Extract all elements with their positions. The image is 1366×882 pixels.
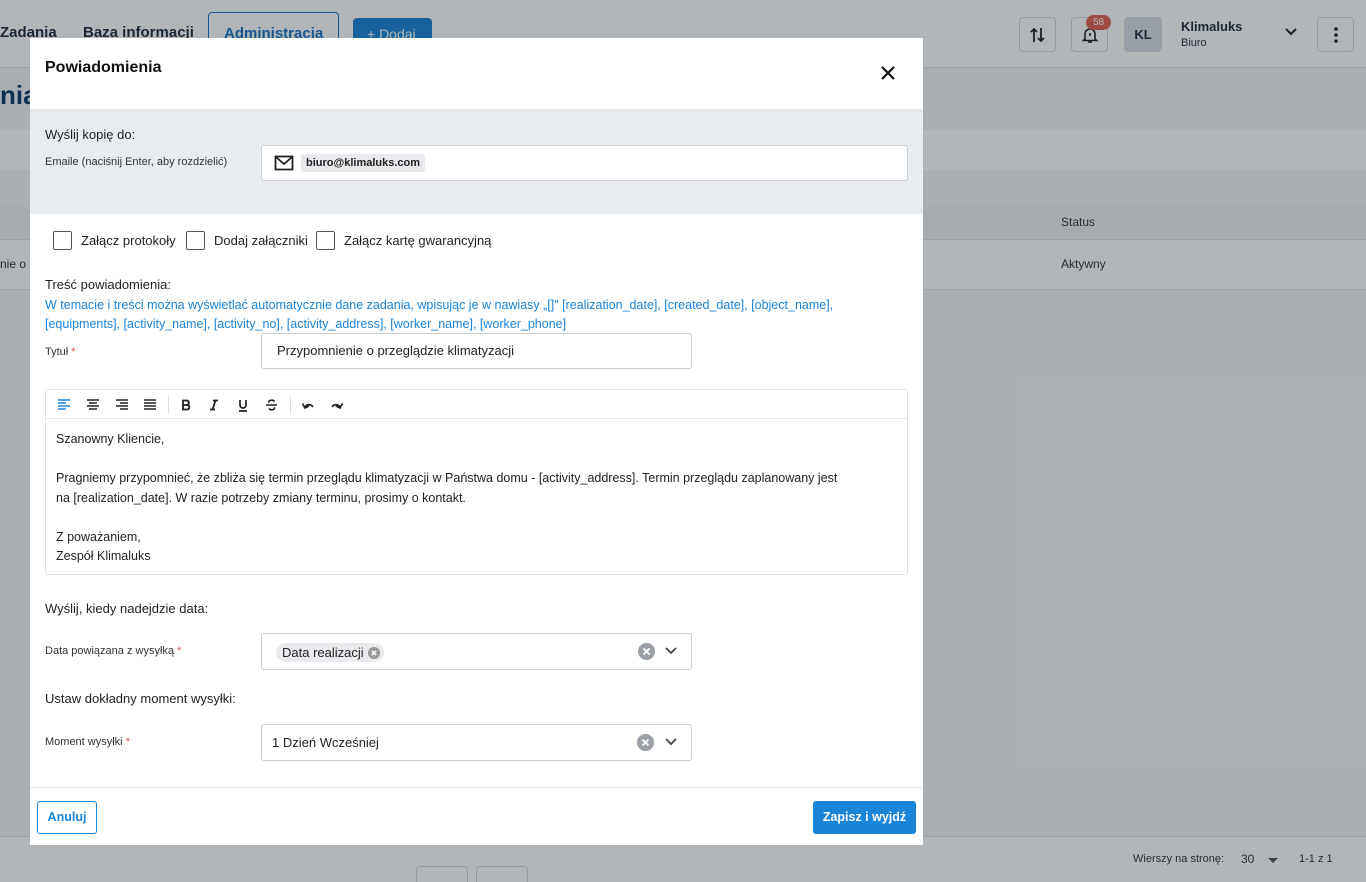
- emails-label: Emaile (naciśnij Enter, aby rozdzielić): [45, 156, 228, 168]
- undo-button[interactable]: [299, 396, 317, 414]
- italic-button[interactable]: [205, 396, 223, 414]
- date-related-select[interactable]: Data realizacji: [261, 633, 692, 670]
- chevron-down-icon[interactable]: [664, 646, 678, 656]
- editor-body-line: na [realization_date]. W razie potrzeby …: [56, 490, 466, 505]
- notifications-modal: Powiadomienia Wyślij kopię do: Emaile (n…: [30, 38, 923, 845]
- title-input[interactable]: Przypomnienie o przeglądzie klimatyzacji: [261, 333, 692, 369]
- attach-protocols-checkbox[interactable]: [53, 231, 72, 250]
- rich-text-editor: Szanowny Kliencie, Pragniemy przypomnieć…: [45, 389, 908, 575]
- moment-select[interactable]: 1 Dzień Wcześniej: [261, 724, 692, 761]
- strikethrough-button[interactable]: [262, 396, 280, 414]
- editor-content[interactable]: Szanowny Kliencie, Pragniemy przypomnieć…: [56, 430, 896, 567]
- placeholder-hint: W temacie i treści można wyświetlać auto…: [45, 298, 834, 331]
- selected-date-chip[interactable]: Data realizacji: [276, 643, 384, 662]
- save-and-exit-button[interactable]: Zapisz i wyjdź: [813, 801, 916, 834]
- moment-label: Moment wysyłki *: [45, 736, 130, 748]
- editor-toolbar: [46, 390, 907, 419]
- required-marker: *: [71, 346, 76, 358]
- close-icon[interactable]: [878, 63, 898, 83]
- align-left-icon: [58, 399, 70, 410]
- underline-icon: [239, 399, 247, 412]
- toolbar-divider: [290, 395, 291, 414]
- attach-warranty-card-checkbox[interactable]: [316, 231, 335, 250]
- redo-icon: [331, 403, 344, 410]
- required-marker: *: [125, 736, 130, 748]
- email-chip[interactable]: biuro@klimaluks.com: [301, 154, 426, 172]
- notification-content-label: Treść powiadomienia:: [45, 277, 171, 292]
- emails-input[interactable]: biuro@klimaluks.com: [261, 145, 908, 181]
- italic-icon: [210, 399, 218, 411]
- strikethrough-icon: [265, 399, 277, 411]
- toolbar-divider: [168, 395, 169, 414]
- editor-body-line: Pragniemy przypomnieć, że zbliża się ter…: [56, 471, 838, 485]
- align-center-button[interactable]: [84, 396, 102, 414]
- underline-button[interactable]: [234, 396, 252, 414]
- attach-protocols-label[interactable]: Załącz protokoły: [81, 233, 176, 248]
- send-copy-label: Wyślij kopię do:: [45, 127, 136, 142]
- exact-moment-label: Ustaw dokładny moment wysyłki:: [45, 691, 236, 706]
- add-attachments-checkbox[interactable]: [186, 231, 205, 250]
- align-left-button[interactable]: [55, 396, 73, 414]
- add-attachments-label[interactable]: Dodaj załączniki: [214, 233, 308, 248]
- clear-selection-icon[interactable]: [638, 643, 655, 660]
- align-center-icon: [87, 399, 99, 410]
- bold-icon: [182, 399, 191, 411]
- required-marker: *: [177, 645, 182, 657]
- bold-button[interactable]: [177, 396, 195, 414]
- remove-chip-icon[interactable]: [367, 647, 380, 659]
- align-justify-button[interactable]: [141, 396, 159, 414]
- attach-warranty-card-label[interactable]: Załącz kartę gwarancyjną: [344, 233, 491, 248]
- mail-icon: [274, 155, 294, 171]
- align-justify-icon: [144, 399, 156, 410]
- align-right-icon: [116, 399, 128, 410]
- align-right-button[interactable]: [113, 396, 131, 414]
- editor-closing: Z poważaniem,: [56, 529, 141, 544]
- editor-signature: Zespół Klimaluks: [56, 549, 151, 563]
- editor-greeting: Szanowny Kliencie,: [56, 432, 165, 446]
- modal-title: Powiadomienia: [45, 59, 162, 76]
- modal-footer: Anuluj Zapisz i wyjdź: [30, 787, 923, 845]
- title-label: Tytuł *: [45, 346, 76, 358]
- selected-date-chip-label: Data realizacji: [282, 645, 364, 660]
- undo-icon: [301, 403, 314, 410]
- date-related-label: Data powiązana z wysyłką *: [45, 645, 182, 657]
- chevron-down-icon[interactable]: [664, 737, 678, 747]
- send-copy-section: Wyślij kopię do: Emaile (naciśnij Enter,…: [30, 109, 923, 214]
- cancel-button[interactable]: Anuluj: [37, 801, 97, 834]
- moment-select-value: 1 Dzień Wcześniej: [272, 735, 379, 750]
- clear-selection-icon[interactable]: [637, 734, 654, 751]
- send-when-label: Wyślij, kiedy nadejdzie data:: [45, 601, 209, 616]
- redo-button[interactable]: [328, 396, 346, 414]
